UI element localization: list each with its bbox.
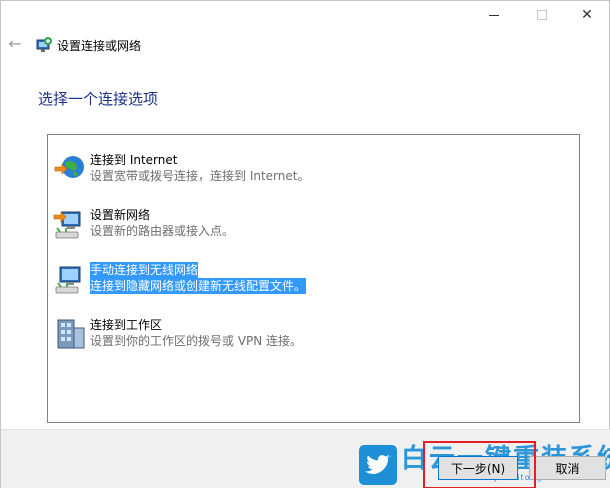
option-title: 设置新网络 [90, 208, 151, 222]
bird-logo-icon [359, 445, 397, 485]
connection-options-list[interactable]: 连接到 Internet 设置宽带或拨号连接，连接到 Internet。 设置新… [47, 134, 580, 423]
cancel-button[interactable]: 取消 [529, 456, 606, 480]
option-description: 设置宽带或拨号连接，连接到 Internet。 [90, 169, 310, 183]
option-title: 连接到 Internet [90, 153, 178, 167]
minimize-icon [489, 14, 499, 16]
option-connect-workplace[interactable]: 连接到工作区 设置到你的工作区的拨号或 VPN 连接。 [52, 314, 572, 354]
workplace-vpn-icon [57, 319, 85, 349]
option-connect-internet[interactable]: 连接到 Internet 设置宽带或拨号连接，连接到 Internet。 [52, 149, 572, 189]
option-description: 连接到隐藏网络或创建新无线配置文件。 [90, 278, 307, 294]
close-button[interactable]: ✕ [564, 1, 610, 29]
option-title: 连接到工作区 [90, 318, 163, 332]
option-manual-wireless[interactable]: 手动连接到无线网络 连接到隐藏网络或创建新无线配置文件。 [52, 259, 572, 299]
option-new-network[interactable]: 设置新网络 设置新的路由器或接入点。 [52, 204, 572, 244]
maximize-button[interactable] [519, 1, 565, 29]
new-network-icon [53, 211, 81, 239]
dialog-window: ✕ ← 设置连接或网络 选择一个连接选项 连接到 Internet 设置宽带或拨… [0, 0, 610, 488]
window-title: 设置连接或网络 [57, 39, 142, 53]
globe-network-icon [54, 156, 84, 178]
page-heading: 选择一个连接选项 [38, 90, 159, 108]
network-setup-icon [36, 37, 52, 52]
close-icon: ✕ [581, 7, 593, 23]
back-arrow-icon[interactable]: ← [5, 34, 25, 54]
minimize-button[interactable] [471, 1, 517, 29]
option-description: 设置到你的工作区的拨号或 VPN 连接。 [90, 334, 303, 348]
wireless-network-icon [55, 266, 81, 294]
option-description: 设置新的路由器或接入点。 [90, 224, 235, 238]
next-button[interactable]: 下一步(N) [438, 456, 518, 480]
maximize-icon [537, 10, 547, 20]
option-title: 手动连接到无线网络 [90, 262, 199, 278]
